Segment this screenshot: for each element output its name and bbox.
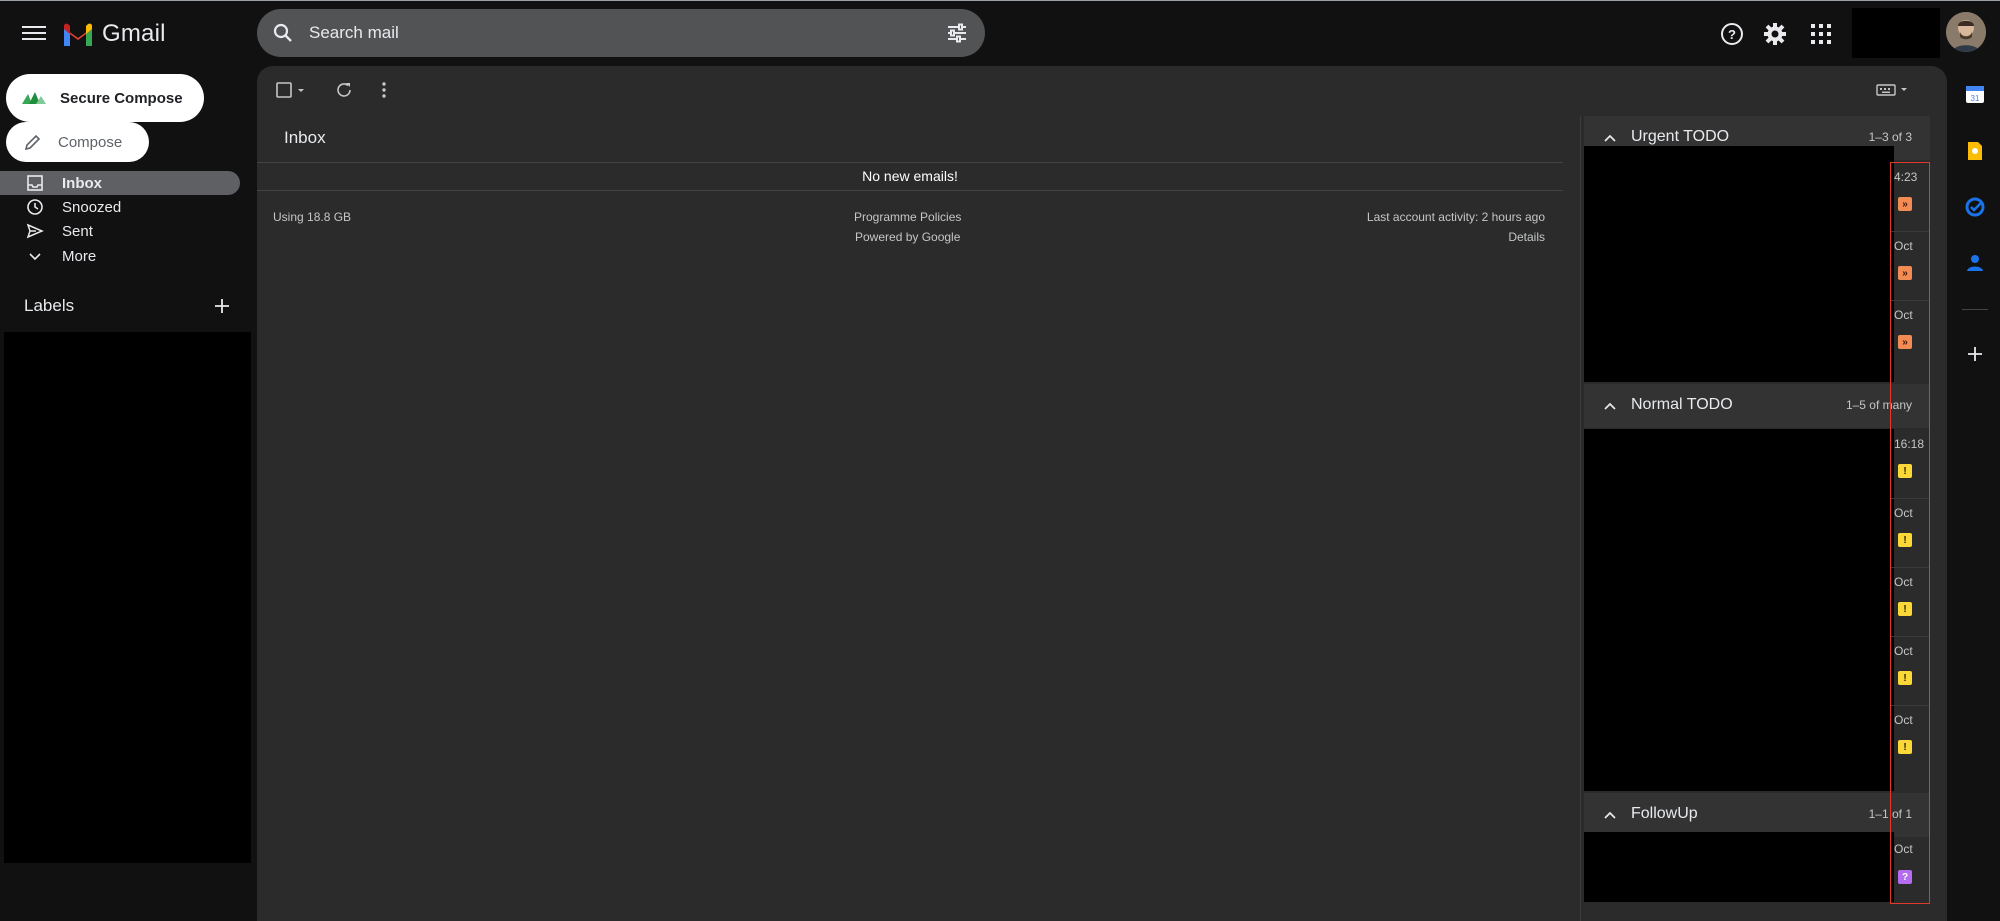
select-all-checkbox[interactable] bbox=[276, 82, 306, 98]
search-bar[interactable] bbox=[257, 9, 985, 57]
app-name: Gmail bbox=[102, 20, 166, 47]
svg-text:?: ? bbox=[1728, 27, 1736, 42]
chevron-down-icon bbox=[29, 253, 41, 261]
section-header-followup[interactable]: FollowUp 1–1 of 1 bbox=[1584, 793, 1930, 837]
help-icon[interactable]: ? bbox=[1719, 21, 1745, 47]
redacted-email-list bbox=[1584, 146, 1894, 382]
chevron-up-icon[interactable] bbox=[1602, 398, 1618, 414]
gmail-m-icon bbox=[64, 23, 92, 46]
storage-usage: Using 18.8 GB bbox=[273, 210, 352, 224]
chevron-up-icon[interactable] bbox=[1602, 807, 1618, 823]
svg-text:31: 31 bbox=[1971, 94, 1980, 103]
add-addon-icon[interactable] bbox=[1964, 343, 1986, 365]
redacted-account-area bbox=[1852, 8, 1940, 58]
contacts-icon[interactable] bbox=[1964, 252, 1986, 274]
divider bbox=[257, 190, 1563, 191]
user-photo-icon bbox=[1946, 12, 1986, 52]
sidebar-item-inbox[interactable]: Inbox bbox=[0, 171, 240, 195]
send-icon bbox=[26, 223, 44, 239]
sidebar-item-label: More bbox=[62, 247, 97, 265]
tasks-icon[interactable] bbox=[1964, 196, 1986, 218]
side-panel-divider bbox=[1962, 309, 1988, 310]
highlight-outline bbox=[1890, 162, 1930, 904]
section-title: FollowUp bbox=[1631, 805, 1698, 822]
more-vert-icon[interactable] bbox=[377, 81, 391, 99]
page-title: Inbox bbox=[284, 128, 326, 147]
redacted-email-list bbox=[1584, 832, 1894, 902]
refresh-icon[interactable] bbox=[335, 81, 353, 99]
secure-compose-label: Secure Compose bbox=[60, 89, 183, 107]
redacted-labels-list bbox=[4, 332, 251, 863]
sidebar-item-more[interactable]: More bbox=[0, 244, 96, 268]
main-menu-icon[interactable] bbox=[22, 23, 46, 43]
powered-by-text: Powered by Google bbox=[855, 230, 961, 244]
section-title: Normal TODO bbox=[1631, 396, 1733, 413]
search-icon[interactable] bbox=[271, 21, 295, 45]
pencil-icon bbox=[24, 134, 41, 151]
search-input[interactable] bbox=[307, 22, 911, 44]
sidebar-item-label: Sent bbox=[62, 222, 93, 240]
compose-button[interactable]: Compose bbox=[6, 122, 149, 162]
sidebar-item-label: Snoozed bbox=[62, 198, 122, 216]
settings-gear-icon[interactable] bbox=[1762, 21, 1788, 47]
secure-compose-button[interactable]: Secure Compose bbox=[6, 74, 204, 122]
sidebar-item-snoozed[interactable]: Snoozed bbox=[0, 195, 121, 219]
section-header-normal[interactable]: Normal TODO 1–5 of many bbox=[1584, 384, 1930, 428]
divider bbox=[257, 162, 1563, 163]
clock-icon bbox=[27, 199, 43, 215]
pane-splitter[interactable] bbox=[1580, 116, 1581, 921]
keyboard-icon[interactable] bbox=[1876, 82, 1910, 98]
compose-label: Compose bbox=[58, 133, 123, 151]
apps-grid-icon[interactable] bbox=[1808, 21, 1834, 47]
secure-compose-icon bbox=[22, 92, 46, 104]
details-link[interactable]: Details bbox=[1508, 230, 1545, 244]
section-count: 1–3 of 3 bbox=[1868, 130, 1912, 144]
empty-inbox-message: No new emails! bbox=[862, 168, 958, 184]
gmail-logo[interactable]: Gmail bbox=[62, 20, 166, 48]
inbox-icon bbox=[27, 175, 43, 191]
search-options-icon[interactable] bbox=[945, 21, 969, 45]
labels-heading: Labels bbox=[24, 296, 75, 315]
top-border bbox=[0, 0, 2000, 1]
add-label-icon[interactable] bbox=[212, 296, 232, 316]
avatar[interactable] bbox=[1946, 12, 1986, 52]
programme-policies-link[interactable]: Programme Policies bbox=[854, 210, 961, 224]
keep-icon[interactable] bbox=[1964, 140, 1986, 162]
redacted-email-list bbox=[1584, 429, 1894, 791]
sidebar-item-label: Inbox bbox=[62, 174, 102, 192]
calendar-icon[interactable]: 31 bbox=[1964, 83, 1986, 105]
last-activity: Last account activity: 2 hours ago bbox=[1366, 210, 1545, 224]
sidebar-item-sent[interactable]: Sent bbox=[0, 219, 93, 243]
chevron-up-icon[interactable] bbox=[1602, 130, 1618, 146]
section-title: Urgent TODO bbox=[1631, 128, 1730, 145]
